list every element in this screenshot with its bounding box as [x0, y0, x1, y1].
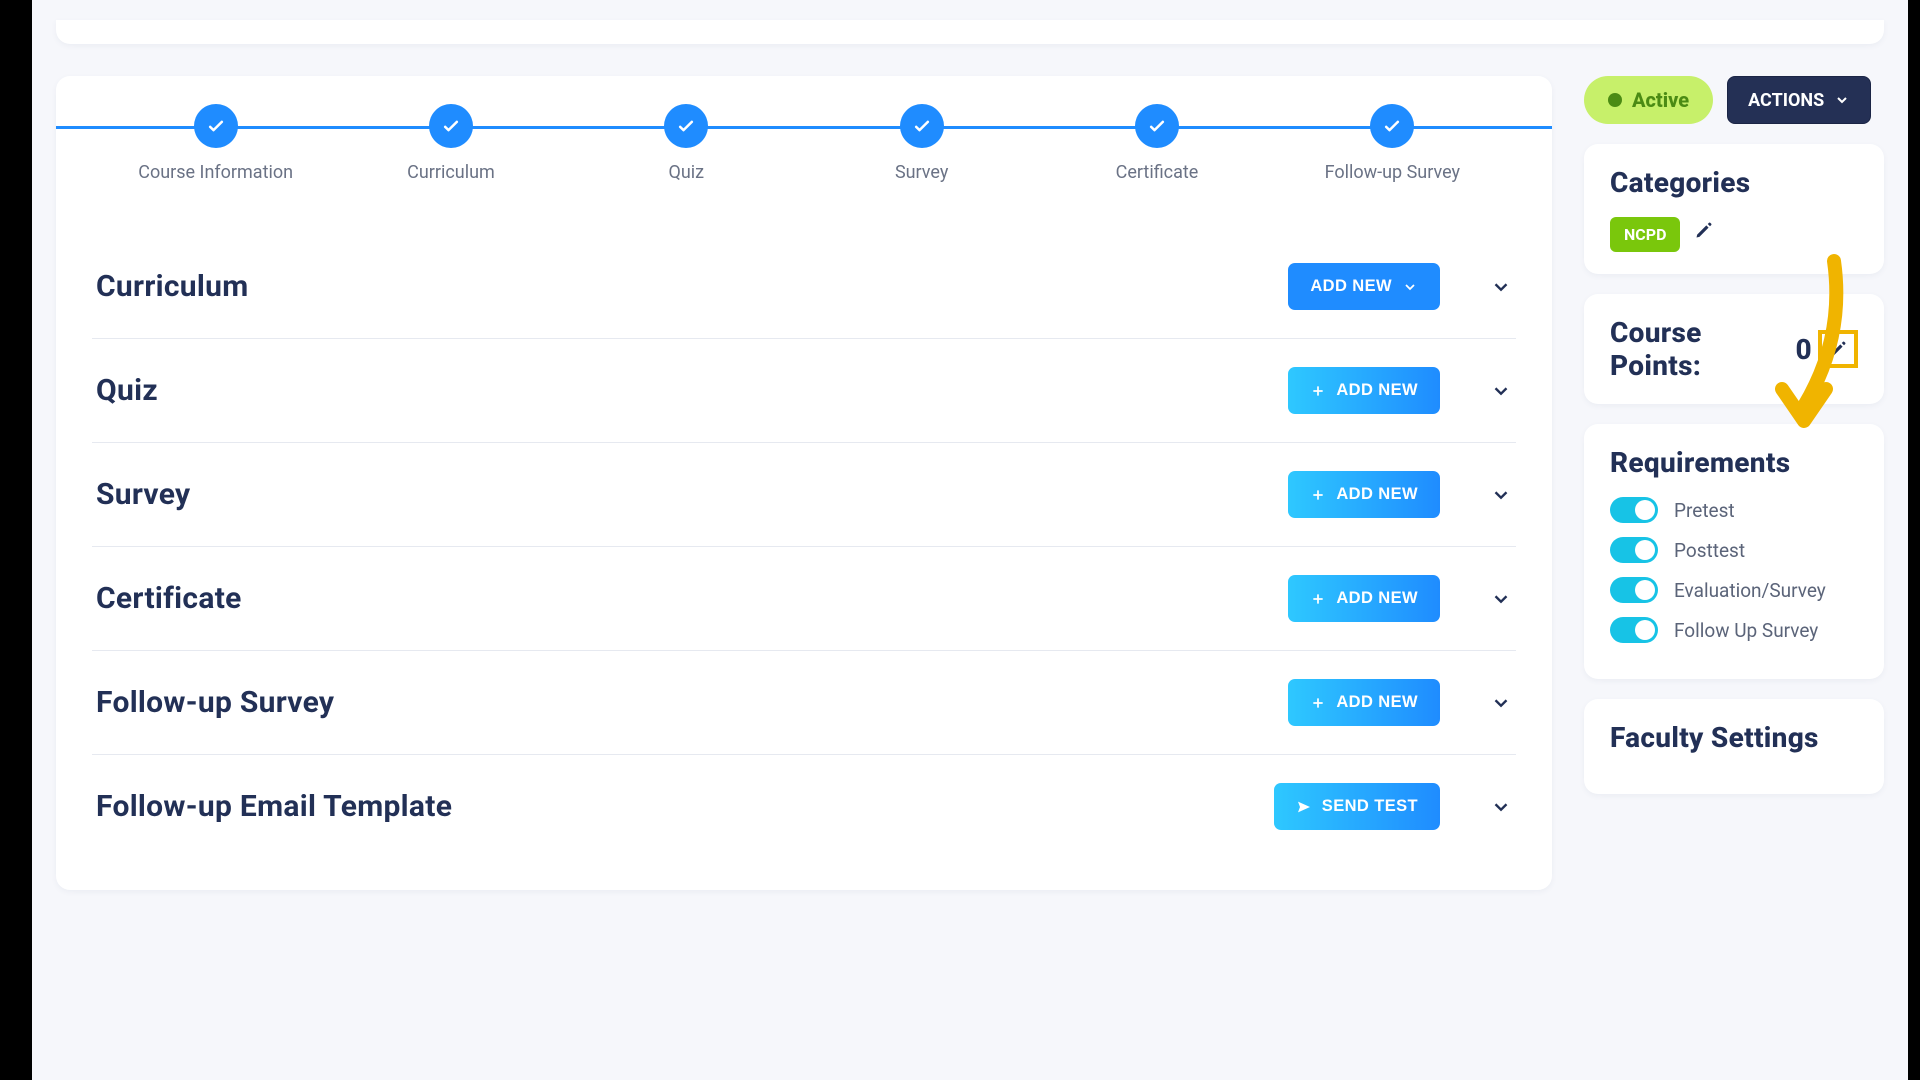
- button-label: ADD NEW: [1336, 589, 1418, 608]
- button-label: ADD NEW: [1336, 485, 1418, 504]
- actions-label: ACTIONS: [1748, 90, 1824, 111]
- section-follow-up-email-template: Follow-up Email Template SEND TEST: [92, 755, 1516, 858]
- toggle-follow-up-survey[interactable]: [1610, 617, 1658, 643]
- status-dot-icon: [1608, 93, 1622, 107]
- step-circle: [1370, 104, 1414, 148]
- requirement-label: Evaluation/Survey: [1674, 579, 1826, 602]
- section-title: Follow-up Survey: [96, 685, 334, 720]
- add-new-follow-up-survey-button[interactable]: ADD NEW: [1288, 679, 1440, 726]
- edit-categories-icon[interactable]: [1694, 220, 1714, 240]
- step-label: Certificate: [1116, 162, 1199, 183]
- step-label: Course Information: [138, 162, 293, 183]
- side-column: Active ACTIONS Categories NCPD C: [1584, 76, 1884, 794]
- section-title: Curriculum: [96, 269, 249, 304]
- section-title: Certificate: [96, 581, 242, 616]
- course-points-label: Course Points:: [1610, 316, 1790, 382]
- section-survey: Survey ADD NEW: [92, 443, 1516, 547]
- requirement-label: Follow Up Survey: [1674, 619, 1818, 642]
- section-title: Survey: [96, 477, 190, 512]
- send-icon: [1296, 799, 1312, 815]
- button-label: SEND TEST: [1322, 797, 1418, 816]
- category-badge: NCPD: [1610, 217, 1680, 252]
- send-test-button[interactable]: SEND TEST: [1274, 783, 1440, 830]
- section-quiz: Quiz ADD NEW: [92, 339, 1516, 443]
- check-icon: [1147, 116, 1167, 136]
- expand-section-icon[interactable]: [1490, 380, 1512, 402]
- status-row: Active ACTIONS: [1584, 76, 1884, 124]
- section-title: Quiz: [96, 373, 158, 408]
- step-label: Quiz: [669, 162, 705, 183]
- section-title: Follow-up Email Template: [96, 789, 452, 824]
- expand-section-icon[interactable]: [1490, 588, 1512, 610]
- chevron-down-icon: [1402, 279, 1418, 295]
- plus-icon: [1310, 487, 1326, 503]
- add-new-certificate-button[interactable]: ADD NEW: [1288, 575, 1440, 622]
- actions-dropdown[interactable]: ACTIONS: [1727, 76, 1871, 124]
- step-label: Survey: [895, 162, 948, 183]
- toggle-posttest[interactable]: [1610, 537, 1658, 563]
- add-new-survey-button[interactable]: ADD NEW: [1288, 471, 1440, 518]
- previous-card-bottom: [56, 20, 1884, 44]
- step-curriculum[interactable]: Curriculum: [333, 104, 568, 183]
- button-label: ADD NEW: [1310, 277, 1392, 296]
- check-icon: [441, 116, 461, 136]
- check-icon: [206, 116, 226, 136]
- expand-section-icon[interactable]: [1490, 276, 1512, 298]
- faculty-settings-card: Faculty Settings: [1584, 699, 1884, 794]
- requirement-label: Pretest: [1674, 499, 1735, 522]
- step-certificate[interactable]: Certificate: [1039, 104, 1274, 183]
- button-label: ADD NEW: [1336, 381, 1418, 400]
- requirement-evaluation: Evaluation/Survey: [1610, 577, 1858, 603]
- requirement-follow-up-survey: Follow Up Survey: [1610, 617, 1858, 643]
- step-label: Curriculum: [407, 162, 495, 183]
- course-builder-card: Course Information Curriculum Quiz: [56, 76, 1552, 890]
- plus-icon: [1310, 695, 1326, 711]
- requirement-posttest: Posttest: [1610, 537, 1858, 563]
- status-label: Active: [1632, 88, 1689, 112]
- expand-section-icon[interactable]: [1490, 796, 1512, 818]
- faculty-settings-title: Faculty Settings: [1610, 721, 1858, 754]
- plus-icon: [1310, 591, 1326, 607]
- toggle-pretest[interactable]: [1610, 497, 1658, 523]
- toggle-evaluation[interactable]: [1610, 577, 1658, 603]
- categories-title: Categories: [1610, 166, 1858, 199]
- step-course-information[interactable]: Course Information: [98, 104, 333, 183]
- categories-card: Categories NCPD: [1584, 144, 1884, 274]
- step-circle: [1135, 104, 1179, 148]
- pencil-icon: [1828, 339, 1848, 359]
- button-label: ADD NEW: [1336, 693, 1418, 712]
- add-new-quiz-button[interactable]: ADD NEW: [1288, 367, 1440, 414]
- check-icon: [912, 116, 932, 136]
- check-icon: [676, 116, 696, 136]
- edit-course-points-button[interactable]: [1818, 330, 1858, 368]
- step-quiz[interactable]: Quiz: [569, 104, 804, 183]
- chevron-down-icon: [1834, 92, 1850, 108]
- course-points-value: 0: [1796, 333, 1812, 366]
- step-circle: [900, 104, 944, 148]
- step-circle: [429, 104, 473, 148]
- requirement-label: Posttest: [1674, 539, 1745, 562]
- step-follow-up-survey[interactable]: Follow-up Survey: [1275, 104, 1510, 183]
- status-pill: Active: [1584, 76, 1713, 124]
- add-new-curriculum-button[interactable]: ADD NEW: [1288, 263, 1440, 310]
- step-circle: [664, 104, 708, 148]
- step-label: Follow-up Survey: [1325, 162, 1460, 183]
- sections-list: Curriculum ADD NEW Quiz ADD: [56, 235, 1552, 858]
- section-certificate: Certificate ADD NEW: [92, 547, 1516, 651]
- requirements-card: Requirements Pretest Posttest Evaluation…: [1584, 424, 1884, 679]
- step-circle: [194, 104, 238, 148]
- check-icon: [1382, 116, 1402, 136]
- section-follow-up-survey: Follow-up Survey ADD NEW: [92, 651, 1516, 755]
- plus-icon: [1310, 383, 1326, 399]
- requirements-title: Requirements: [1610, 446, 1858, 479]
- progress-stepper: Course Information Curriculum Quiz: [56, 104, 1552, 183]
- step-survey[interactable]: Survey: [804, 104, 1039, 183]
- expand-section-icon[interactable]: [1490, 692, 1512, 714]
- course-points-card: Course Points: 0: [1584, 294, 1884, 404]
- requirement-pretest: Pretest: [1610, 497, 1858, 523]
- section-curriculum: Curriculum ADD NEW: [92, 235, 1516, 339]
- expand-section-icon[interactable]: [1490, 484, 1512, 506]
